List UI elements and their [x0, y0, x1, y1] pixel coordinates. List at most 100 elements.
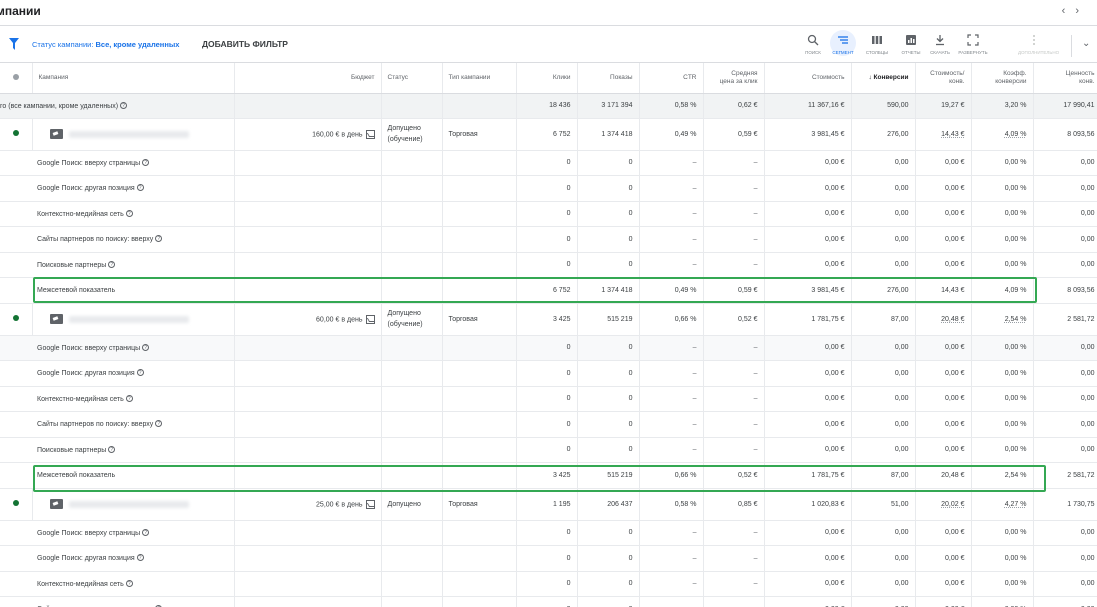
help-icon[interactable]: ?: [142, 528, 150, 536]
campaign-budget[interactable]: 60,00 € в день: [234, 303, 382, 336]
campaign-name-cell[interactable]: [32, 488, 235, 521]
header-status[interactable]: Статус: [381, 63, 443, 94]
help-icon[interactable]: ?: [155, 420, 163, 428]
segment-conv-rate: 2,54 %: [971, 462, 1034, 489]
segment-status: [381, 277, 443, 304]
segment-spacer: Google Поиск: вверху страницы?: [0, 150, 235, 176]
segment-impressions: 0: [577, 226, 640, 253]
prev-arrow-icon[interactable]: ‹: [1062, 5, 1076, 17]
header-conv-rate[interactable]: Коэфф. конверсии: [971, 63, 1034, 94]
segment-impressions: 0: [577, 360, 640, 387]
segment-row: Google Поиск: вверху страницы? 0 0– –0,00 €…: [0, 335, 1097, 361]
segment-conversions: 0,00: [851, 386, 916, 412]
help-icon[interactable]: ?: [125, 579, 133, 587]
reports-tool[interactable]: Отчеты: [896, 30, 926, 60]
segment-budget: [234, 277, 382, 304]
segment-type: [442, 545, 517, 572]
segment-row: Поисковые партнеры? 0 0– –0,00 €0,00 0,00 €0…: [0, 437, 1097, 463]
segment-conversions: 87,00: [851, 462, 916, 489]
add-filter-button[interactable]: ДОБАВИТЬ ФИЛЬТР: [202, 39, 288, 49]
campaign-row[interactable]: 25,00 € в день Допущено Торговая 1 195 206 4…: [0, 488, 1097, 521]
search-tool[interactable]: Поиск: [798, 30, 828, 60]
campaign-avg-cpc: 0,52 €: [703, 303, 765, 336]
segment-cost-per-conv: 0,00 €: [915, 335, 972, 361]
columns-tool[interactable]: Столбцы: [862, 30, 892, 60]
header-ctr[interactable]: CTR: [639, 63, 704, 94]
segment-clicks: 0: [516, 571, 578, 597]
segment-ctr: –: [639, 335, 704, 361]
header-campaign[interactable]: Кампания: [32, 63, 235, 94]
campaign-name-cell[interactable]: [32, 303, 235, 336]
segment-ctr: –: [639, 226, 704, 253]
segment-impressions: 1 374 418: [577, 277, 640, 304]
segment-label: Google Поиск: вверху страницы: [37, 159, 141, 167]
enabled-status-dot-icon: [12, 315, 19, 321]
status-filter-label: Статус кампании:: [32, 40, 94, 49]
segment-clicks: 0: [516, 411, 578, 438]
segment-cost: 0,00 €: [764, 545, 852, 572]
header-clicks[interactable]: Клики: [516, 63, 578, 94]
download-tool[interactable]: Скачать: [925, 30, 955, 60]
help-icon[interactable]: ?: [108, 260, 116, 268]
header-budget[interactable]: Бюджет: [234, 63, 382, 94]
campaign-budget[interactable]: 25,00 € в день: [234, 488, 382, 521]
next-arrow-icon[interactable]: ›: [1075, 5, 1089, 17]
campaign-name-redacted[interactable]: [68, 500, 189, 508]
segment-clicks: 0: [516, 335, 578, 361]
budget-chart-icon[interactable]: [365, 314, 375, 324]
segment-impressions: 0: [577, 150, 640, 176]
help-icon[interactable]: ?: [125, 394, 133, 402]
header-impressions[interactable]: Показы: [577, 63, 640, 94]
segment-cost-per-conv: 14,43 €: [915, 277, 972, 304]
segment-budget: [234, 175, 382, 202]
header-conv-rate-line2: конверсии: [995, 77, 1027, 85]
help-icon[interactable]: ?: [125, 209, 133, 217]
budget-chart-icon[interactable]: [365, 499, 375, 509]
help-icon[interactable]: ?: [136, 554, 144, 562]
help-icon[interactable]: ?: [155, 235, 163, 243]
total-status: [381, 93, 443, 119]
campaign-budget[interactable]: 160,00 € в день: [234, 118, 382, 151]
segment-budget: [234, 462, 382, 489]
campaign-row[interactable]: 60,00 € в день Допущено (обучение) Торговая…: [0, 303, 1097, 336]
status-line2: (обучение): [387, 136, 423, 143]
segment-type: [442, 596, 517, 607]
header-type[interactable]: Тип кампании: [442, 63, 517, 94]
header-conversions[interactable]: ↓ Конверсии: [851, 63, 916, 94]
segment-spacer: Google Поиск: другая позиция?: [0, 545, 235, 572]
header-avg-cpc[interactable]: Средняя цена за клик: [703, 63, 765, 94]
segment-tool[interactable]: Сегмент: [828, 30, 858, 60]
collapse-chevron-icon[interactable]: ⌄: [1082, 38, 1090, 49]
segment-cost: 0,00 €: [764, 201, 852, 227]
segment-type: [442, 360, 517, 387]
campaign-name-redacted[interactable]: [68, 130, 189, 138]
help-icon[interactable]: ?: [108, 445, 116, 453]
header-cost-per-conv[interactable]: Стоимость/конв.: [915, 63, 972, 94]
help-icon[interactable]: ?: [142, 158, 150, 166]
campaign-name-cell[interactable]: [32, 118, 235, 151]
segment-conv-value: 0,00: [1033, 226, 1097, 253]
segment-ctr: –: [639, 571, 704, 597]
campaign-name-redacted[interactable]: [68, 315, 189, 323]
help-icon[interactable]: ?: [120, 101, 128, 109]
segment-conversions: 0,00: [851, 175, 916, 202]
header-cost[interactable]: Стоимость: [764, 63, 852, 94]
help-icon[interactable]: ?: [136, 369, 144, 377]
segment-conv-value: 0,00: [1033, 201, 1097, 227]
expand-tool[interactable]: Развернуть: [958, 30, 988, 60]
budget-chart-icon[interactable]: [365, 129, 375, 139]
help-icon[interactable]: ?: [136, 184, 144, 192]
header-conv-value[interactable]: Ценность конв.: [1033, 63, 1097, 94]
filter-icon[interactable]: [9, 38, 19, 50]
campaign-impressions: 1 374 418: [577, 118, 640, 151]
segment-status: [381, 150, 443, 176]
help-icon[interactable]: ?: [142, 343, 150, 351]
campaign-status-cell: [0, 303, 33, 336]
status-filter-chip[interactable]: Статус кампании: Все, кроме удаленных: [32, 40, 179, 49]
enabled-status-dot-icon: [12, 500, 19, 506]
segment-row: Контекстно-медийная сеть? 0 0– –0,00 €0,00 0…: [0, 386, 1097, 412]
campaign-row[interactable]: 160,00 € в день Допущено (обучение) Торгова…: [0, 118, 1097, 151]
segment-impressions: 0: [577, 411, 640, 438]
segment-cost-per-conv: 0,00 €: [915, 596, 972, 607]
segment-type: [442, 335, 517, 361]
